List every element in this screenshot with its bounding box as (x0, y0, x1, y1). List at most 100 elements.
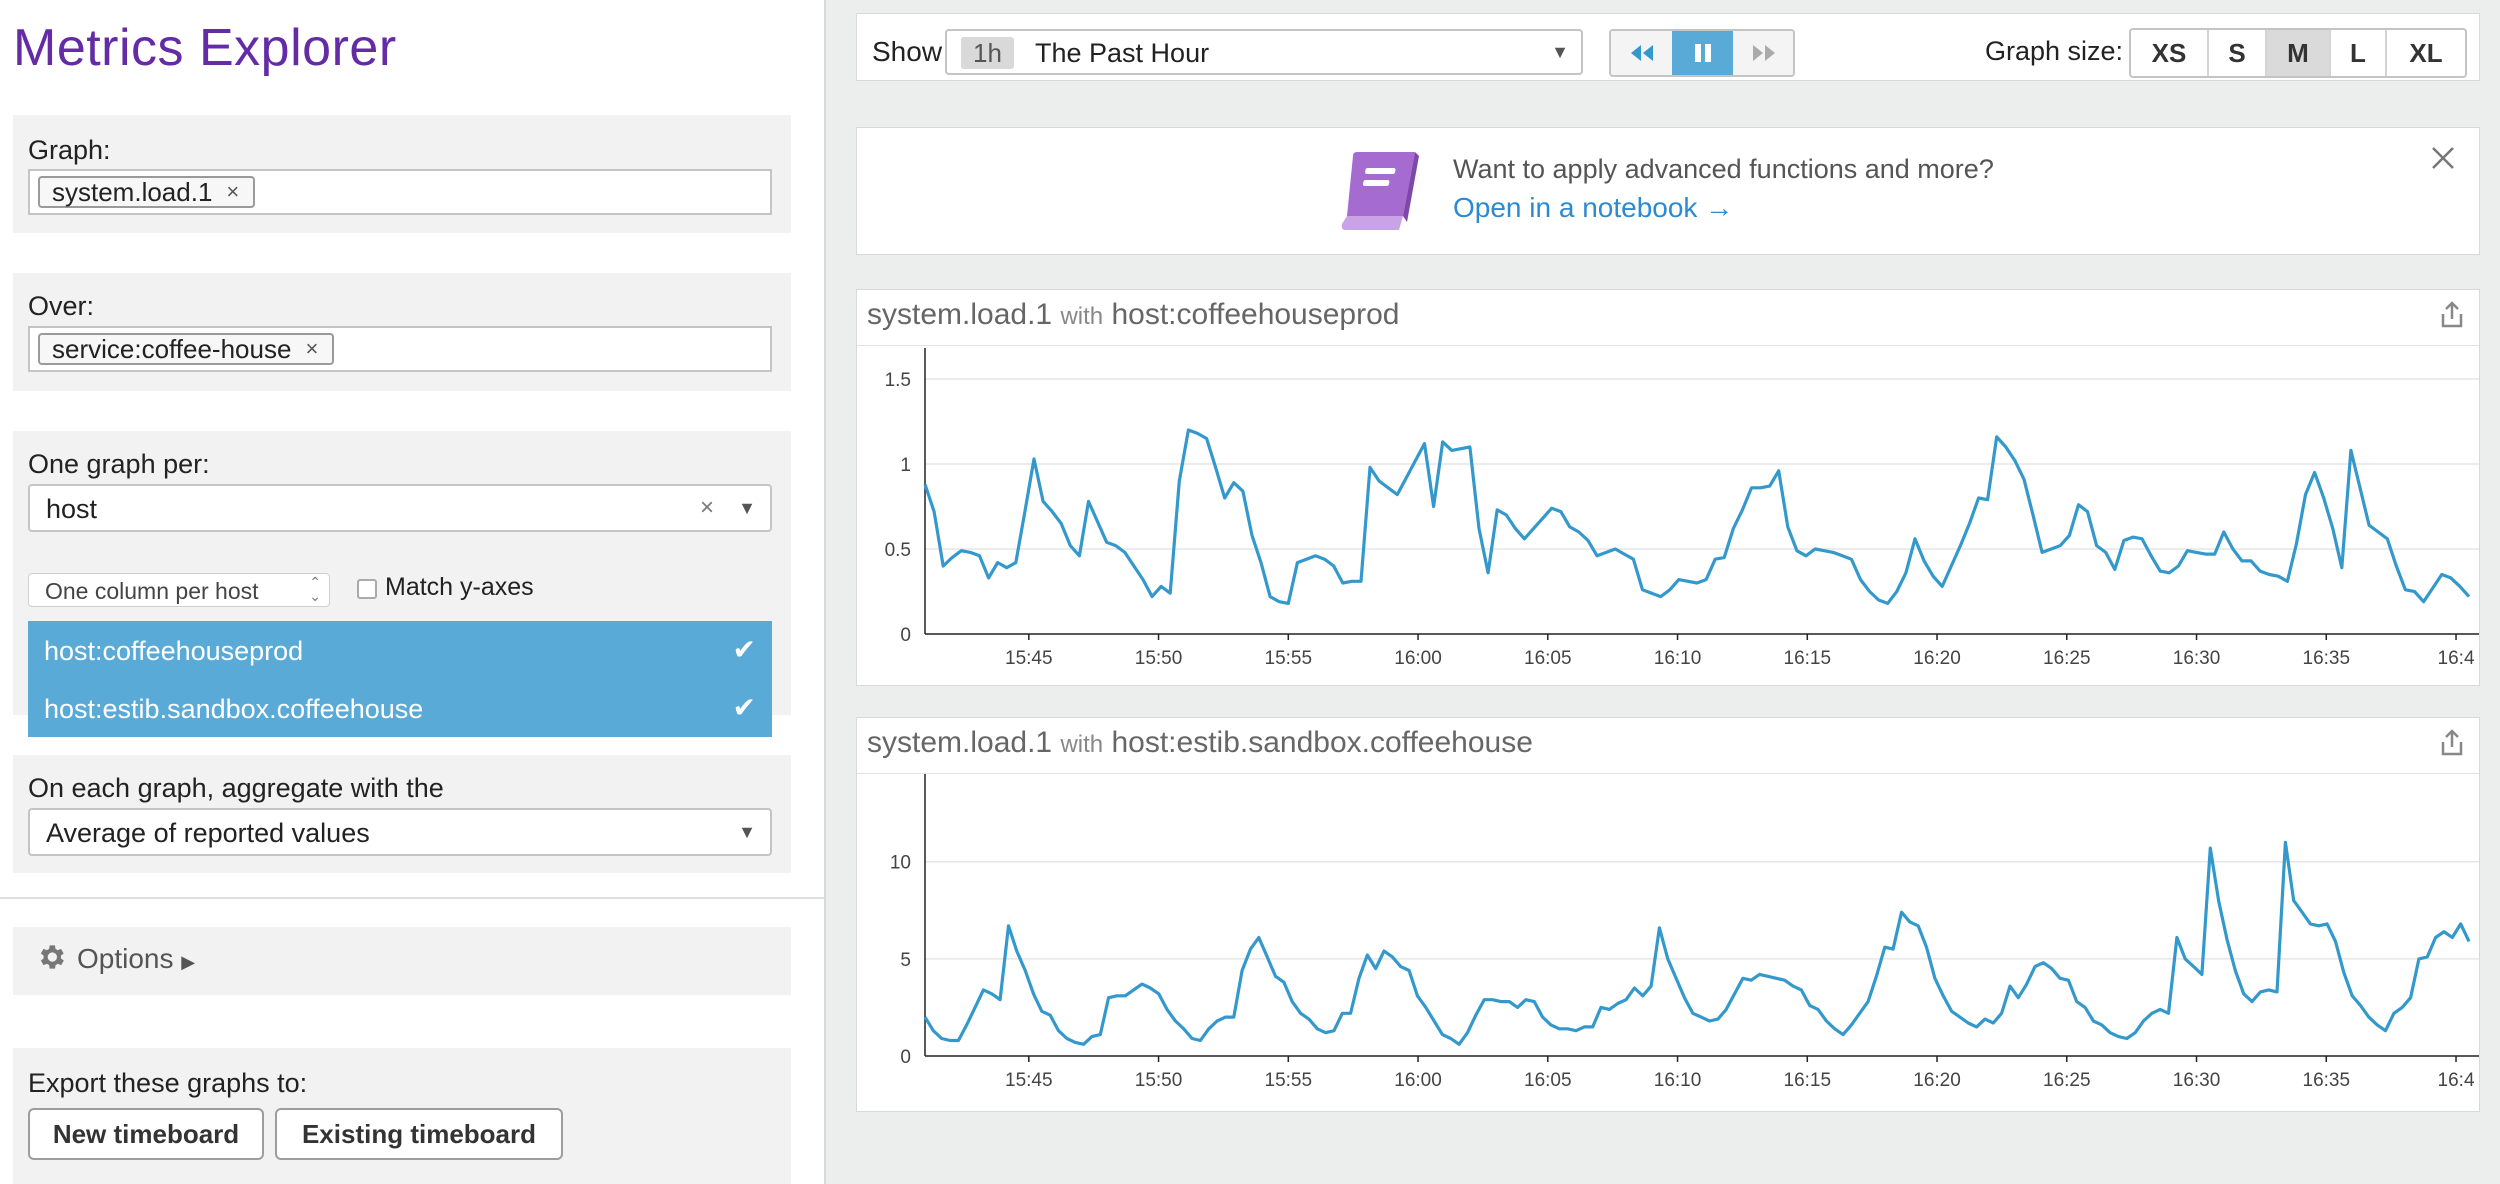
x-tick-label: 16:25 (2043, 1070, 2091, 1091)
checkmark-icon: ✔ (732, 634, 756, 665)
remove-scope-icon[interactable]: × (305, 334, 318, 364)
host-list: host:coffeehouseprod ✔ host:estib.sandbo… (28, 621, 772, 737)
playback-controls (1609, 29, 1795, 77)
share-icon[interactable] (2437, 300, 2467, 330)
graph-size-group: XS S M L XL (2129, 28, 2467, 78)
graph-card: system.load.1 with host:coffeehouseprod … (856, 289, 2480, 686)
x-tick-label: 16:25 (2043, 648, 2091, 669)
y-tick-label: 5 (900, 950, 911, 971)
toolbar: Show 1h The Past Hour ▼ Graph size: XS S… (856, 13, 2480, 81)
x-tick-label: 15:50 (1135, 648, 1183, 669)
x-tick-label: 16:15 (1784, 1070, 1832, 1091)
over-panel: Over: service:coffee-house × (13, 273, 791, 391)
aggregate-select[interactable]: Average of reported values ▼ (28, 808, 772, 856)
clear-icon[interactable]: × (700, 494, 714, 522)
chevron-down-icon: ▼ (1551, 42, 1569, 62)
gear-icon (40, 945, 64, 969)
graph-with: with (1060, 731, 1104, 758)
x-tick-label: 16:35 (2303, 1070, 2351, 1091)
time-range-select[interactable]: 1h The Past Hour ▼ (945, 29, 1583, 75)
x-tick-label: 16:20 (1913, 1070, 1961, 1091)
graph-label: Graph: (28, 135, 111, 165)
graph-scope: host:estib.sandbox.coffeehouse (1111, 726, 1533, 759)
y-tick-label: 0 (900, 625, 911, 646)
time-badge: 1h (961, 37, 1014, 69)
export-panel: Export these graphs to: New timeboard Ex… (13, 1048, 791, 1184)
x-tick-label: 15:45 (1005, 648, 1053, 669)
graph-per-select[interactable]: host × ▼ (28, 484, 772, 532)
x-tick-label: 16:20 (1913, 648, 1961, 669)
open-notebook-link[interactable]: Open in a notebook → (1453, 192, 1733, 224)
chart-svg[interactable]: 0 0.5 1 1.5 15:45 15:50 15:55 16:00 16:05 16:10 16… (857, 346, 2479, 686)
show-label: Show (872, 36, 943, 67)
graph-card: system.load.1 with host:estib.sandbox.co… (856, 717, 2480, 1112)
graph-per-value: host (46, 494, 98, 524)
x-tick-label: 16:30 (2173, 1070, 2221, 1091)
column-layout-select[interactable]: One column per host ⌃ ⌄ (28, 573, 330, 607)
graph-per-label: One graph per: (28, 449, 210, 479)
remove-metric-icon[interactable]: × (226, 177, 239, 207)
aggregate-panel: On each graph, aggregate with the Averag… (13, 755, 791, 873)
options-toggle[interactable]: Options ▶ (13, 927, 791, 995)
x-tick-label: 15:50 (1135, 1070, 1183, 1091)
aggregate-label: On each graph, aggregate with the (28, 773, 444, 803)
y-tick-label: 0.5 (885, 540, 911, 561)
checkmark-icon: ✔ (732, 692, 756, 723)
x-tick-label: 16:15 (1784, 648, 1832, 669)
x-tick-label: 16:4 (2438, 1070, 2475, 1091)
host-item[interactable]: host:estib.sandbox.coffeehouse ✔ (28, 681, 772, 737)
graph-metric: system.load.1 (867, 726, 1053, 759)
new-timeboard-button[interactable]: New timeboard (28, 1108, 264, 1160)
page-title: Metrics Explorer (13, 19, 397, 77)
size-m-button[interactable]: M (2267, 30, 2331, 76)
x-tick-label: 16:4 (2438, 648, 2475, 669)
x-tick-label: 16:00 (1394, 648, 1442, 669)
graph-with: with (1060, 303, 1104, 330)
notebook-icon (1341, 152, 1419, 230)
fast-forward-button[interactable] (1733, 31, 1793, 75)
size-l-button[interactable]: L (2331, 30, 2387, 76)
y-tick-label: 1 (900, 455, 911, 476)
x-tick-label: 16:05 (1524, 648, 1572, 669)
size-s-button[interactable]: S (2209, 30, 2267, 76)
column-layout-value: One column per host (45, 578, 259, 604)
divider (0, 897, 824, 899)
series-line (923, 428, 2471, 605)
size-xl-button[interactable]: XL (2387, 30, 2465, 76)
y-tick-label: 0 (900, 1047, 911, 1068)
pause-button[interactable] (1672, 31, 1733, 75)
scope-input[interactable]: service:coffee-house × (28, 326, 772, 372)
host-item[interactable]: host:coffeehouseprod ✔ (28, 623, 772, 679)
scope-tag-label: service:coffee-house (52, 334, 292, 364)
host-item-label: host:estib.sandbox.coffeehouse (44, 694, 424, 724)
pause-icon (1694, 44, 1711, 62)
match-y-axes-label: Match y-axes (385, 573, 534, 601)
close-icon[interactable] (2429, 144, 2457, 172)
x-tick-label: 15:55 (1265, 648, 1313, 669)
match-y-axes-checkbox[interactable] (357, 579, 377, 599)
x-tick-label: 16:10 (1654, 1070, 1702, 1091)
metric-input[interactable]: system.load.1 × (28, 169, 772, 215)
graph-title: system.load.1 with host:estib.sandbox.co… (867, 726, 1533, 760)
metric-tag-label: system.load.1 (52, 177, 213, 207)
share-icon[interactable] (2437, 728, 2467, 758)
x-tick-label: 16:10 (1654, 648, 1702, 669)
graph-title: system.load.1 with host:coffeehouseprod (867, 298, 1399, 332)
chevron-down-icon: ▼ (738, 498, 756, 518)
y-tick-label: 1.5 (885, 370, 911, 391)
rewind-button[interactable] (1611, 31, 1673, 75)
metrics-sidebar: Metrics Explorer Graph: system.load.1 × … (0, 0, 826, 1184)
x-tick-label: 15:55 (1265, 1070, 1313, 1091)
size-xs-button[interactable]: XS (2131, 30, 2209, 76)
graph-size-label: Graph size: (1985, 36, 2124, 66)
notebook-banner: Want to apply advanced functions and mor… (856, 127, 2480, 255)
y-tick-label: 10 (890, 853, 911, 874)
chart-svg[interactable]: 0 5 10 15:45 15:50 15:55 16:00 16:05 16:10 16:15 1… (857, 774, 2479, 1112)
existing-timeboard-button[interactable]: Existing timeboard (275, 1108, 563, 1160)
time-range-value: The Past Hour (1035, 38, 1210, 68)
over-label: Over: (28, 291, 95, 321)
chevron-down-icon: ▼ (738, 822, 756, 842)
aggregate-value: Average of reported values (46, 818, 370, 848)
export-label: Export these graphs to: (28, 1068, 308, 1098)
graph-metric: system.load.1 (867, 298, 1053, 331)
